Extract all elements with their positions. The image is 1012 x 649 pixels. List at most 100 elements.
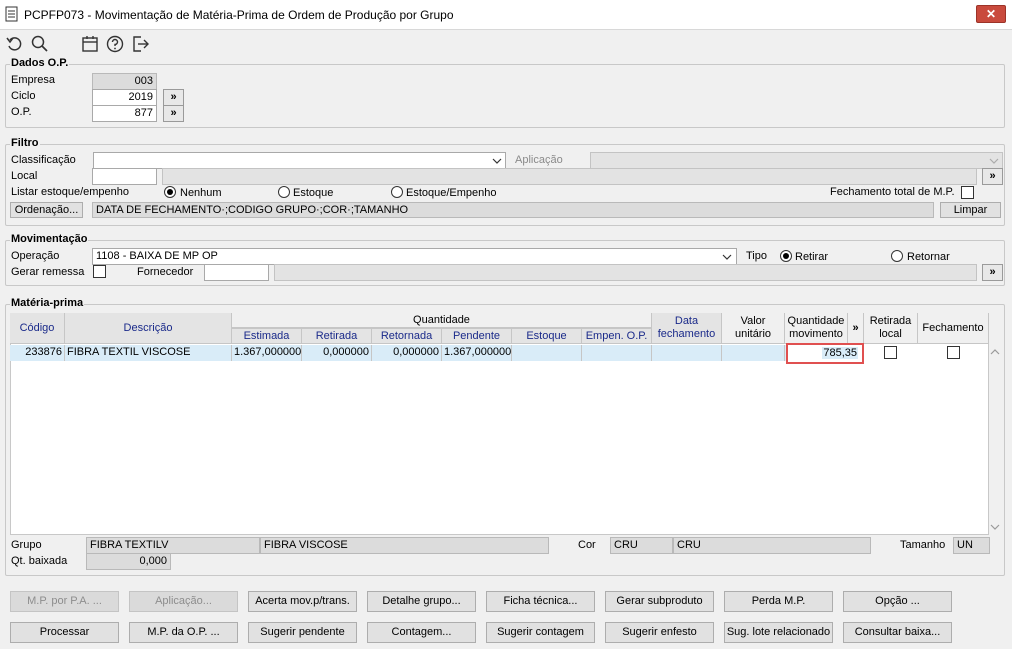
radio-nenhum[interactable] — [164, 186, 176, 198]
calendar-icon[interactable] — [80, 34, 100, 54]
radio-retirar[interactable] — [780, 250, 792, 262]
cell-data-fechamento[interactable] — [652, 345, 722, 361]
classificacao-label: Classificação — [11, 154, 76, 166]
col-header-pendente[interactable]: Pendente — [442, 328, 512, 344]
sug-lote-relacionado-button[interactable]: Sug. lote relacionado — [724, 622, 833, 643]
chevron-down-icon[interactable] — [722, 253, 732, 261]
document-icon — [5, 6, 18, 22]
col-header-data-fechamento[interactable]: Data fechamento — [652, 313, 722, 344]
col-header-fechamento: Fechamento — [918, 313, 989, 344]
detalhe-grupo-button[interactable]: Detalhe grupo... — [367, 591, 476, 612]
cell-estimada[interactable]: 1.367,000000 — [232, 345, 302, 361]
cell-estoque[interactable] — [512, 345, 582, 361]
processar-button[interactable]: Processar — [10, 622, 119, 643]
chevron-down-icon — [989, 158, 999, 164]
cell-descricao[interactable]: FIBRA TEXTIL VISCOSE — [65, 345, 232, 361]
fornecedor-code-field[interactable] — [204, 264, 269, 281]
col-header-descricao[interactable]: Descrição — [65, 313, 232, 344]
retirada-local-checkbox[interactable] — [884, 346, 897, 359]
scroll-up-icon[interactable] — [990, 348, 1000, 356]
col-header-quantidade-movimento: Quantidade movimento — [785, 313, 848, 344]
col-header-codigo[interactable]: Código — [10, 313, 65, 344]
undo-icon[interactable] — [5, 34, 25, 54]
ciclo-label: Ciclo — [11, 90, 36, 102]
cor-label: Cor — [578, 539, 596, 551]
limpar-button[interactable]: Limpar — [940, 202, 1001, 218]
cell-codigo[interactable]: 233876 — [10, 345, 65, 361]
chevron-down-icon[interactable] — [492, 157, 502, 165]
col-header-retirada-local: Retirada local — [864, 313, 918, 344]
empresa-field: 003 — [92, 73, 157, 90]
local-code-field[interactable] — [92, 168, 157, 185]
col-header-retirada[interactable]: Retirada — [302, 328, 372, 344]
aplicacao-select — [590, 152, 1003, 169]
window-title: PCPFP073 - Movimentação de Matéria-Prima… — [24, 8, 454, 22]
quantidade-movimento-input[interactable]: 785,35 — [786, 343, 864, 364]
consultar-baixa-button[interactable]: Consultar baixa... — [843, 622, 952, 643]
close-button[interactable]: ✕ — [976, 5, 1006, 23]
exit-icon[interactable] — [130, 34, 150, 54]
cell-retirada[interactable]: 0,000000 — [302, 345, 372, 361]
contagem-button[interactable]: Contagem... — [367, 622, 476, 643]
materia-prima-legend: Matéria-prima — [10, 297, 85, 309]
aplicacao-label: Aplicação — [515, 154, 563, 166]
radio-estoque[interactable] — [278, 186, 290, 198]
gerar-remessa-label: Gerar remessa — [11, 266, 85, 278]
gerar-remessa-checkbox[interactable] — [93, 265, 106, 278]
classificacao-select[interactable] — [93, 152, 506, 169]
acerta-mov-button[interactable]: Acerta mov.p/trans. — [248, 591, 357, 612]
sugerir-enfesto-button[interactable]: Sugerir enfesto — [605, 622, 714, 643]
fechamento-checkbox[interactable] — [947, 346, 960, 359]
cell-pendente[interactable]: 1.367,000000 — [442, 345, 512, 361]
ciclo-field[interactable]: 2019 — [92, 89, 157, 106]
filtro-legend: Filtro — [10, 137, 40, 149]
help-icon[interactable] — [105, 34, 125, 54]
col-header-estoque[interactable]: Estoque — [512, 328, 582, 344]
cell-empen-op[interactable] — [582, 345, 652, 361]
radio-retornar-label: Retornar — [907, 251, 950, 263]
local-lookup-button[interactable]: » — [982, 168, 1003, 185]
tamanho-field: UN — [953, 537, 990, 554]
radio-estoque-empenho[interactable] — [391, 186, 403, 198]
fornecedor-label: Fornecedor — [137, 266, 194, 278]
fornecedor-description-field — [274, 264, 977, 281]
mp-por-pa-button[interactable]: M.P. por P.A. ... — [10, 591, 119, 612]
quantidade-movimento-value: 785,35 — [822, 347, 858, 359]
ordenacao-field: DATA DE FECHAMENTO·;CODIGO GRUPO·;COR·;T… — [92, 202, 934, 218]
ficha-tecnica-button[interactable]: Ficha técnica... — [486, 591, 595, 612]
opcao-button[interactable]: Opção ... — [843, 591, 952, 612]
col-header-estimada[interactable]: Estimada — [232, 328, 302, 344]
sugerir-pendente-button[interactable]: Sugerir pendente — [248, 622, 357, 643]
qt-baixada-field: 0,000 — [86, 553, 171, 570]
operacao-select[interactable]: 1108 - BAIXA DE MP OP — [92, 248, 737, 265]
cell-valor-unitario[interactable] — [722, 345, 785, 361]
col-header-empen-op[interactable]: Empen. O.P. — [582, 328, 652, 344]
perda-mp-button[interactable]: Perda M.P. — [724, 591, 833, 612]
search-icon[interactable] — [30, 34, 50, 54]
op-label: O.P. — [11, 106, 32, 118]
radio-retirar-label: Retirar — [795, 251, 829, 263]
scroll-down-icon[interactable] — [990, 523, 1000, 531]
op-lookup-button[interactable]: » — [163, 105, 184, 122]
fechamento-total-label: Fechamento total de M.P. — [830, 186, 955, 198]
radio-retornar[interactable] — [891, 250, 903, 262]
gerar-subproduto-button[interactable]: Gerar subproduto — [605, 591, 714, 612]
expand-columns-button[interactable]: » — [848, 313, 864, 344]
ordenacao-button[interactable]: Ordenação... — [10, 202, 83, 218]
aplicacao-button[interactable]: Aplicação... — [129, 591, 238, 612]
op-field[interactable]: 877 — [92, 105, 157, 122]
grupo-description-field: FIBRA VISCOSE — [260, 537, 549, 554]
col-header-retornada[interactable]: Retornada — [372, 328, 442, 344]
radio-nenhum-label: Nenhum — [180, 187, 222, 199]
ciclo-lookup-button[interactable]: » — [163, 89, 184, 106]
fornecedor-lookup-button[interactable]: » — [982, 264, 1003, 281]
mp-da-op-button[interactable]: M.P. da O.P. ... — [129, 622, 238, 643]
grupo-label: Grupo — [11, 539, 42, 551]
col-header-quantidade: Quantidade — [232, 313, 652, 328]
radio-estoque-label: Estoque — [293, 187, 334, 199]
title-bar: PCPFP073 - Movimentação de Matéria-Prima… — [0, 0, 1012, 30]
fechamento-total-checkbox[interactable] — [961, 186, 974, 199]
cell-retornada[interactable]: 0,000000 — [372, 345, 442, 361]
cor-description-field: CRU — [673, 537, 871, 554]
sugerir-contagem-button[interactable]: Sugerir contagem — [486, 622, 595, 643]
